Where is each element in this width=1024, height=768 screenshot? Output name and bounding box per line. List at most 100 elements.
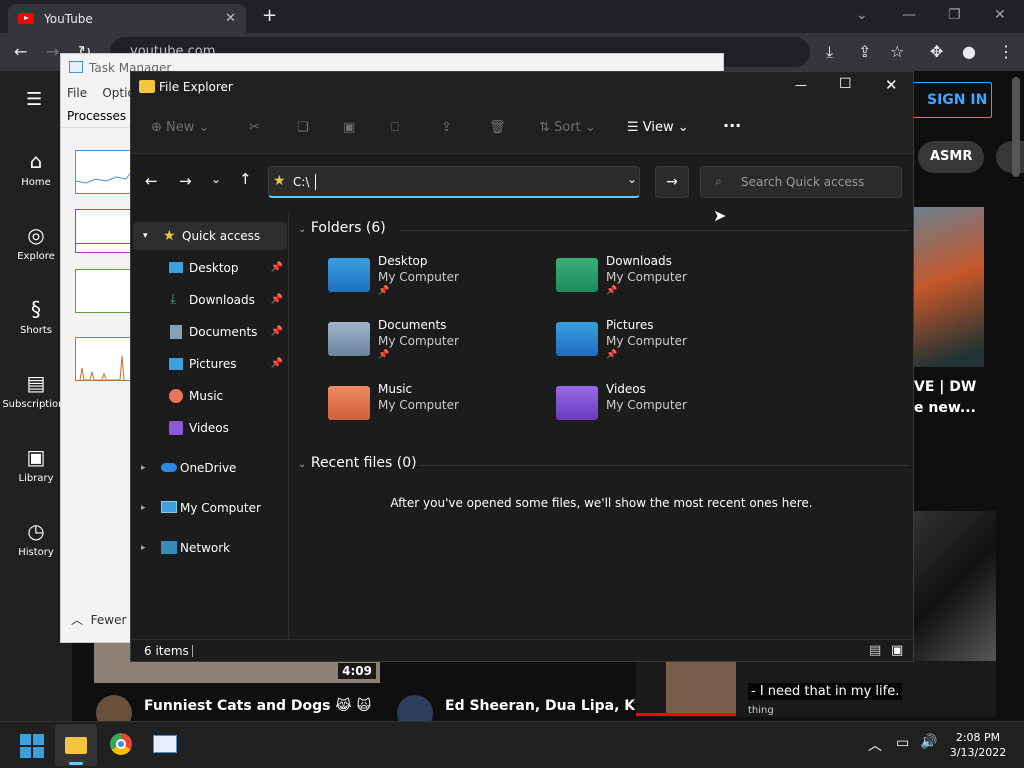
nav-my-computer[interactable]: ▸ My Computer [131, 494, 289, 522]
nav-desktop[interactable]: Desktop 📌 [131, 254, 289, 282]
fewer-details-button[interactable]: ︿ Fewer [71, 611, 126, 628]
forward-icon[interactable]: → [179, 172, 192, 190]
up-icon[interactable]: ↑ [239, 170, 252, 188]
paste-icon[interactable]: ▣ [343, 120, 355, 135]
tab-search-icon[interactable]: ⌄ [856, 7, 868, 23]
windows-logo-icon [20, 747, 31, 758]
back-icon[interactable]: ← [14, 42, 27, 61]
sort-button[interactable]: ⇅ Sort ⌄ [539, 120, 596, 135]
video-thumbnail-right[interactable] [914, 207, 984, 367]
video-progress-bar[interactable] [636, 713, 736, 716]
rename-icon[interactable]: ⎕ [391, 120, 399, 135]
bookmark-star-icon[interactable]: ☆ [890, 42, 904, 61]
video-caption-line2: thing [748, 705, 774, 716]
folder-videos[interactable]: Videos My Computer [556, 382, 776, 432]
volume-icon[interactable]: 🔊 [920, 734, 937, 750]
menu-file[interactable]: File [67, 86, 87, 100]
taskbar-file-explorer[interactable] [55, 724, 97, 766]
recent-files-group-header[interactable]: ⌄ Recent files (0) [298, 455, 417, 471]
memory-graph-line [76, 243, 132, 244]
folder-music[interactable]: Music My Computer [328, 382, 548, 432]
restore-icon[interactable]: ❐ [948, 7, 961, 23]
details-view-icon[interactable]: ▤ [869, 640, 881, 662]
close-tab-icon[interactable]: ✕ [225, 11, 236, 26]
folder-pictures[interactable]: Pictures My Computer 📌 [556, 318, 776, 368]
pictures-folder-icon [556, 322, 598, 356]
new-label: New [166, 120, 195, 135]
videos-folder-icon [556, 386, 598, 420]
chevron-up-icon[interactable]: ︿ [868, 735, 882, 755]
network-graph[interactable] [75, 337, 133, 381]
file-explorer-title: File Explorer [159, 80, 233, 94]
folder-app-icon [139, 80, 155, 93]
downloads-folder-icon [556, 258, 598, 292]
start-button[interactable] [20, 734, 44, 758]
hamburger-menu-icon[interactable]: ☰ [26, 89, 42, 110]
profile-icon[interactable]: ● [962, 42, 976, 61]
windows-logo-icon [33, 734, 44, 745]
nav-pictures[interactable]: Pictures 📌 [131, 350, 289, 378]
pin-icon: 📌 [270, 326, 283, 337]
memory-graph[interactable] [75, 209, 133, 253]
search-input[interactable]: ⌕ Search Quick access [700, 166, 902, 198]
nav-videos[interactable]: Videos [131, 414, 289, 442]
folder-location: My Computer [378, 334, 459, 348]
delete-icon[interactable]: 🗑 [489, 120, 506, 135]
tab-processes[interactable]: Processes [67, 109, 126, 123]
close-icon[interactable]: ✕ [885, 76, 898, 94]
folder-downloads[interactable]: Downloads My Computer 📌 [556, 254, 776, 304]
address-input[interactable]: ★ C:\ [268, 166, 640, 198]
more-options-icon[interactable]: ··· [723, 116, 741, 135]
nav-network[interactable]: ▸ Network [131, 534, 289, 562]
pin-icon: 📌 [270, 262, 283, 273]
nav-documents[interactable]: Documents 📌 [131, 318, 289, 346]
nav-onedrive[interactable]: ▸ OneDrive [131, 454, 289, 482]
video-title-right-line2[interactable]: e new... [914, 400, 976, 416]
folders-group-header[interactable]: ⌄ Folders (6) [298, 220, 386, 236]
sign-in-label: SIGN IN [927, 92, 988, 108]
video-title-music[interactable]: Ed Sheeran, Dua Lipa, Kygo, Av [445, 698, 635, 714]
install-icon[interactable]: ⤓ [826, 42, 833, 62]
extensions-icon[interactable]: ✥ [930, 42, 943, 61]
chrome-menu-icon[interactable]: ⋮ [998, 42, 1014, 61]
new-tab-icon[interactable]: + [262, 5, 277, 26]
nav-downloads[interactable]: ⤓ Downloads 📌 [131, 286, 289, 314]
maximize-icon[interactable]: ☐ [839, 76, 852, 92]
clock[interactable]: 2:08 PM 3/13/2022 [948, 730, 1008, 760]
nav-quick-access[interactable]: ▾ ★ Quick access [133, 222, 287, 250]
address-dropdown-icon[interactable]: ⌄ [627, 172, 637, 186]
forward-icon[interactable]: → [46, 42, 59, 61]
tiles-view-icon[interactable]: ▣ [891, 640, 903, 662]
copy-icon[interactable]: ❏ [297, 120, 309, 135]
recent-locations-icon[interactable]: ⌄ [211, 172, 221, 186]
chevron-up-icon: ︿ [71, 613, 84, 627]
nav-label: Pictures [189, 357, 237, 371]
chrome-icon[interactable] [110, 733, 132, 755]
share-icon[interactable]: ⇪ [441, 120, 452, 135]
cut-icon[interactable]: ✂ [249, 120, 260, 135]
close-window-icon[interactable]: ✕ [994, 7, 1006, 23]
minimize-icon[interactable]: — [795, 78, 807, 92]
go-button[interactable]: → [655, 166, 689, 198]
folder-desktop[interactable]: Desktop My Computer 📌 [328, 254, 548, 304]
task-manager-icon[interactable] [153, 735, 177, 753]
back-icon[interactable]: ← [145, 172, 158, 190]
chevron-right-icon: ▸ [141, 463, 146, 473]
windows-logo-icon [20, 734, 31, 745]
video-player-mini[interactable]: - I need that in my life. thing [636, 661, 996, 717]
disk-graph[interactable] [75, 269, 133, 313]
network-status-icon[interactable]: ▭ [896, 735, 909, 751]
status-divider [192, 645, 193, 657]
cpu-graph[interactable] [75, 150, 133, 194]
share-icon[interactable]: ⇪ [858, 42, 871, 61]
video-title-right[interactable]: VE | DW [914, 379, 976, 395]
browser-tab-youtube[interactable]: YouTube ✕ [8, 4, 246, 33]
minimize-icon[interactable]: — [902, 7, 916, 23]
nav-music[interactable]: Music [131, 382, 289, 410]
folder-documents[interactable]: Documents My Computer 📌 [328, 318, 548, 368]
page-scrollbar[interactable] [1012, 77, 1020, 177]
view-button[interactable]: ☰ View ⌄ [627, 120, 689, 135]
chip-asmr[interactable]: ASMR [918, 141, 985, 173]
new-button[interactable]: ⊕ New ⌄ [151, 120, 209, 135]
video-title-cats[interactable]: Funniest Cats and Dogs 😹 🙀 [144, 698, 371, 714]
